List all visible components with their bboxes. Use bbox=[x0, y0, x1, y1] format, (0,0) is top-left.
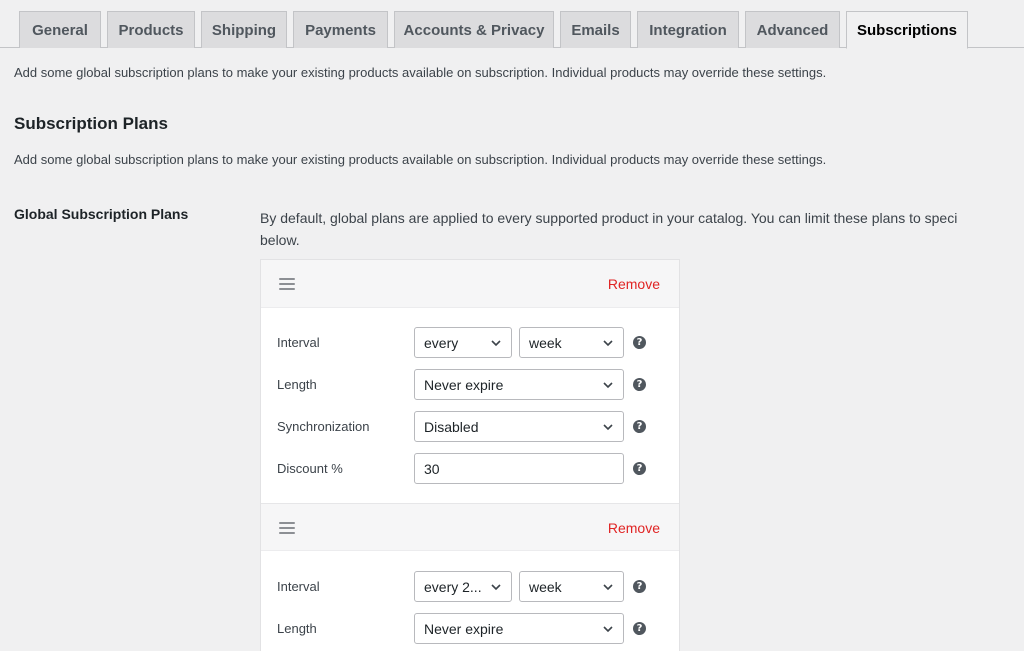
plan-header: Remove bbox=[261, 260, 679, 308]
settings-tabs: General Products Shipping Payments Accou… bbox=[0, 0, 1024, 49]
select-value: every bbox=[424, 334, 459, 351]
help-icon[interactable]: ? bbox=[633, 462, 646, 475]
field-description-line: below. bbox=[260, 232, 300, 248]
tab-label: Integration bbox=[649, 21, 727, 39]
plan-header: Remove bbox=[261, 503, 679, 551]
tab-general[interactable]: General bbox=[19, 11, 101, 48]
tab-label: Shipping bbox=[211, 21, 277, 39]
select-value: every 2... bbox=[424, 578, 482, 595]
field-description-line: By default, global plans are applied to … bbox=[260, 210, 958, 226]
chevron-down-icon bbox=[603, 424, 613, 431]
select-value: week bbox=[529, 334, 562, 351]
tab-subscriptions[interactable]: Subscriptions bbox=[846, 11, 968, 49]
help-icon[interactable]: ? bbox=[633, 336, 646, 349]
tab-products[interactable]: Products bbox=[107, 11, 195, 48]
tab-accounts-privacy[interactable]: Accounts & Privacy bbox=[394, 11, 554, 48]
interval-period-select[interactable]: week bbox=[519, 327, 624, 358]
chevron-down-icon bbox=[603, 340, 613, 347]
section-description: Add some global subscription plans to ma… bbox=[14, 152, 827, 167]
chevron-down-icon bbox=[603, 382, 613, 389]
select-value: week bbox=[529, 578, 562, 595]
interval-every-select[interactable]: every bbox=[414, 327, 512, 358]
subscription-plans-list: Remove Interval every week ? Length Neve… bbox=[260, 259, 680, 651]
synchronization-select[interactable]: Disabled bbox=[414, 411, 624, 442]
help-icon[interactable]: ? bbox=[633, 580, 646, 593]
field-label: Global Subscription Plans bbox=[14, 206, 189, 222]
length-label: Length bbox=[277, 621, 317, 636]
chevron-down-icon bbox=[603, 626, 613, 633]
drag-handle-icon[interactable] bbox=[279, 278, 295, 290]
synchronization-label: Synchronization bbox=[277, 419, 370, 434]
tab-emails[interactable]: Emails bbox=[560, 11, 631, 48]
length-select[interactable]: Never expire bbox=[414, 369, 624, 400]
interval-label: Interval bbox=[277, 579, 320, 594]
drag-handle-icon[interactable] bbox=[279, 522, 295, 534]
help-icon[interactable]: ? bbox=[633, 378, 646, 391]
length-select[interactable]: Never expire bbox=[414, 613, 624, 644]
interval-period-select[interactable]: week bbox=[519, 571, 624, 602]
chevron-down-icon bbox=[603, 584, 613, 591]
tab-shipping[interactable]: Shipping bbox=[201, 11, 287, 48]
remove-plan-button[interactable]: Remove bbox=[608, 276, 660, 292]
tab-label: Subscriptions bbox=[856, 21, 957, 39]
discount-label: Discount % bbox=[277, 461, 343, 476]
select-value: Disabled bbox=[424, 418, 479, 435]
tab-integration[interactable]: Integration bbox=[637, 11, 739, 48]
section-title: Subscription Plans bbox=[14, 114, 168, 133]
remove-plan-button[interactable]: Remove bbox=[608, 520, 660, 536]
tab-label: Accounts & Privacy bbox=[403, 21, 545, 39]
interval-every-select[interactable]: every 2... bbox=[414, 571, 512, 602]
help-icon[interactable]: ? bbox=[633, 420, 646, 433]
interval-label: Interval bbox=[277, 335, 320, 350]
select-value: Never expire bbox=[424, 376, 504, 393]
help-icon[interactable]: ? bbox=[633, 622, 646, 635]
tab-advanced[interactable]: Advanced bbox=[745, 11, 840, 48]
chevron-down-icon bbox=[491, 584, 501, 591]
length-label: Length bbox=[277, 377, 317, 392]
select-value: Never expire bbox=[424, 620, 504, 637]
tab-label: General bbox=[32, 21, 88, 39]
chevron-down-icon bbox=[491, 340, 501, 347]
tab-payments[interactable]: Payments bbox=[293, 11, 388, 48]
tab-label: Advanced bbox=[756, 21, 829, 39]
tab-label: Payments bbox=[305, 21, 376, 39]
discount-input[interactable] bbox=[414, 453, 624, 484]
tab-label: Products bbox=[118, 21, 184, 39]
page-intro: Add some global subscription plans to ma… bbox=[14, 65, 827, 80]
field-description: By default, global plans are applied to … bbox=[260, 207, 1024, 251]
tab-label: Emails bbox=[571, 21, 620, 39]
